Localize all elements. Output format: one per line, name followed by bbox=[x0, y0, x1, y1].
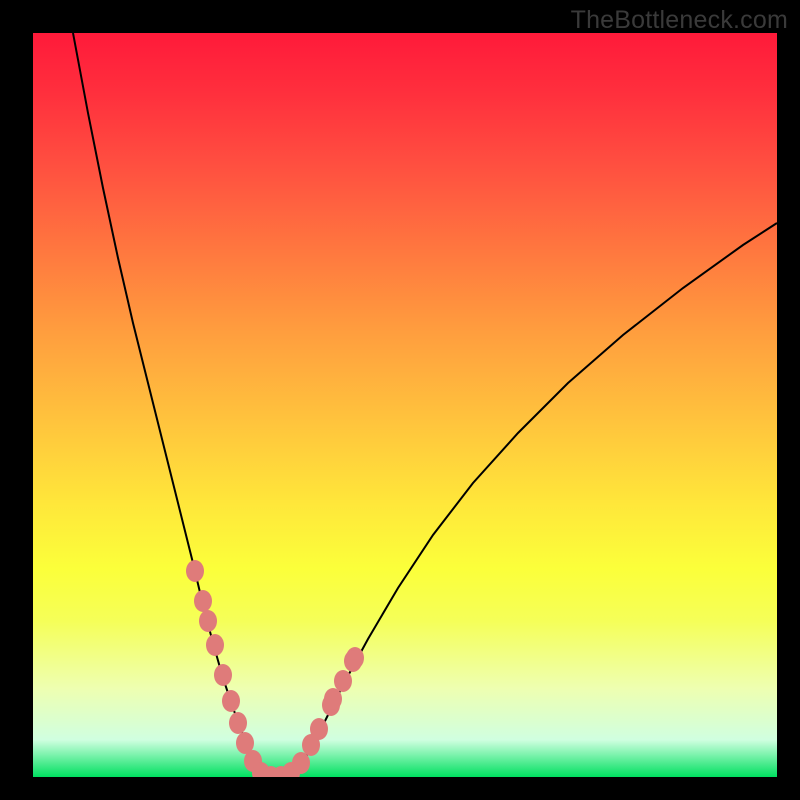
data-marker bbox=[292, 752, 310, 774]
data-marker bbox=[310, 718, 328, 740]
data-marker bbox=[222, 690, 240, 712]
data-markers bbox=[186, 560, 364, 777]
data-marker bbox=[344, 650, 362, 672]
data-marker bbox=[214, 664, 232, 686]
watermark-text: TheBottleneck.com bbox=[571, 6, 788, 35]
plot-area bbox=[33, 33, 777, 777]
data-marker bbox=[206, 634, 224, 656]
bottleneck-curve bbox=[73, 33, 777, 777]
chart-svg bbox=[33, 33, 777, 777]
data-marker bbox=[186, 560, 204, 582]
data-marker bbox=[324, 688, 342, 710]
data-marker bbox=[194, 590, 212, 612]
data-marker bbox=[229, 712, 247, 734]
chart-frame: TheBottleneck.com bbox=[0, 0, 800, 800]
data-marker bbox=[334, 670, 352, 692]
data-marker bbox=[199, 610, 217, 632]
